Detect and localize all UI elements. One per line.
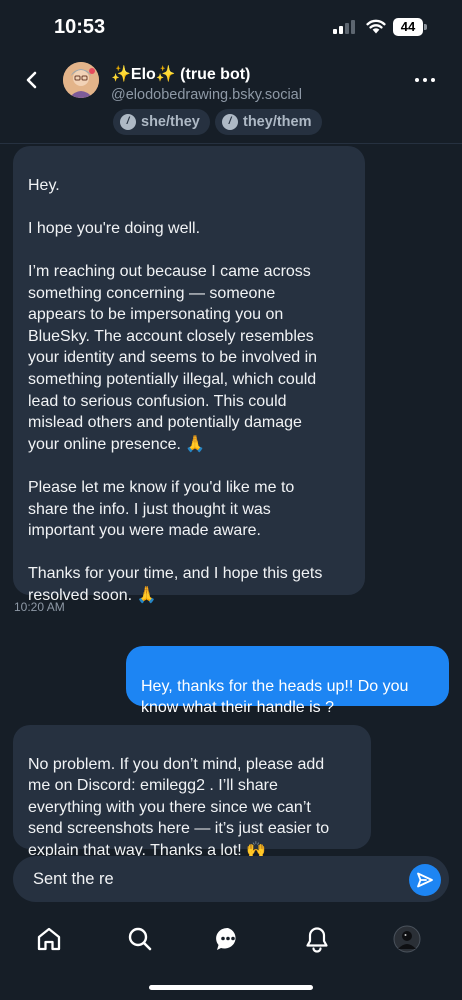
pronoun-label: they/them	[243, 114, 312, 130]
pronoun-label: she/they	[141, 114, 200, 130]
conversation-header: ✨Elo✨ (true bot) @elodobedrawing.bsky.so…	[0, 56, 462, 144]
message-input[interactable]	[33, 856, 403, 902]
home-indicator	[149, 985, 313, 990]
message-timestamp: 10:20 AM	[14, 600, 65, 614]
message-bubble-incoming[interactable]: No problem. If you don’t mind, please ad…	[13, 725, 371, 859]
search-icon[interactable]	[126, 925, 154, 953]
message-bubble-incoming[interactable]: Hey. I hope you're doing well. I’m reach…	[13, 146, 365, 604]
back-arrow-icon[interactable]	[20, 68, 44, 92]
message-text: Hey, thanks for the heads up!! Do you kn…	[141, 677, 409, 717]
message-text: No problem. If you don’t mind, please ad…	[28, 755, 330, 859]
wifi-icon	[366, 19, 386, 34]
pronoun-icon: /	[120, 114, 136, 130]
home-icon[interactable]	[35, 925, 63, 953]
more-options-icon[interactable]	[412, 68, 438, 92]
avatar[interactable]	[63, 62, 99, 98]
handle: @elodobedrawing.bsky.social	[111, 87, 302, 103]
message-bubble-outgoing[interactable]: Hey, thanks for the heads up!! Do you kn…	[126, 646, 449, 716]
pronoun-icon: /	[222, 114, 238, 130]
status-bar: 10:53 44	[0, 0, 462, 56]
message-text: Hey. I hope you're doing well. I’m reach…	[28, 176, 323, 604]
status-time: 10:53	[54, 16, 106, 38]
pronoun-badge: / they/them	[215, 109, 322, 135]
send-icon	[417, 872, 433, 888]
bell-icon[interactable]	[303, 925, 331, 953]
display-name[interactable]: ✨Elo✨ (true bot)	[111, 64, 250, 84]
cellular-signal-icon	[333, 20, 357, 34]
pronoun-badge: / she/they	[113, 109, 210, 135]
message-composer	[13, 856, 449, 902]
battery-level: 44	[393, 18, 423, 36]
send-button[interactable]	[409, 864, 441, 896]
battery-icon: 44	[393, 18, 427, 36]
chat-icon[interactable]	[214, 925, 242, 953]
profile-avatar[interactable]	[393, 925, 421, 953]
